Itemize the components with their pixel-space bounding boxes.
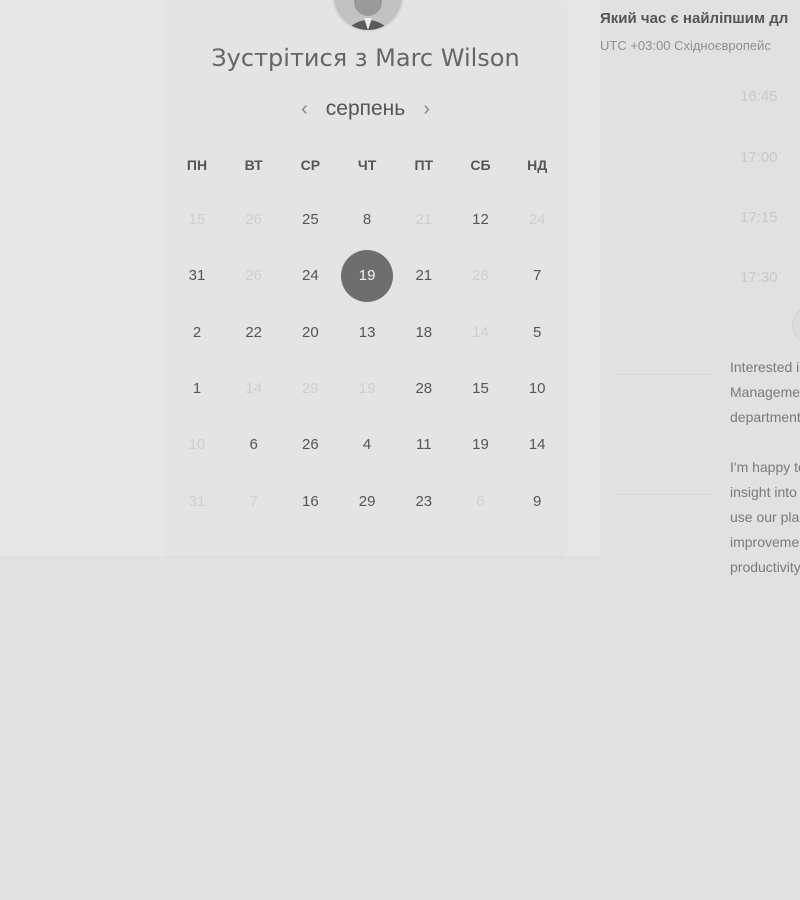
weekday-label: ПН — [186, 157, 208, 173]
time-slot[interactable]: 17:00 — [740, 149, 800, 166]
calendar-day[interactable]: 20 — [284, 307, 336, 359]
calendar-day: 14 — [472, 323, 489, 341]
calendar-day[interactable]: 12 — [455, 194, 507, 246]
meeting-title: Зустрітися з Marc Wilson — [211, 44, 520, 72]
time-slot[interactable]: 16:45 — [740, 88, 800, 105]
month-label: серпень — [325, 97, 406, 120]
text-line: productivity — [730, 559, 800, 575]
calendar-day[interactable]: 28 — [398, 363, 450, 415]
calendar-day-selected[interactable]: 19 — [341, 250, 394, 303]
calendar-day[interactable]: 14 — [511, 419, 563, 471]
calendar-day[interactable]: 18 — [398, 307, 450, 359]
divider — [616, 374, 712, 375]
calendar-day[interactable]: 15 — [455, 363, 507, 415]
calendar-day[interactable]: 25 — [284, 194, 336, 246]
calendar-day[interactable]: 4 — [341, 419, 393, 471]
calendar-day: 24 — [528, 211, 546, 228]
calendar-day[interactable]: 10 — [511, 363, 563, 415]
calendar-day[interactable]: 21 — [398, 250, 450, 302]
calendar-day[interactable]: 6 — [228, 419, 280, 471]
calendar-day: 26 — [245, 267, 263, 285]
calendar-day: 29 — [302, 379, 319, 397]
chevron-left-icon[interactable]: ‹ — [297, 98, 312, 121]
description-paragraph: I'm happy to insight into use our pla im… — [730, 455, 800, 580]
weekday-label: СБ — [470, 157, 491, 173]
divider — [616, 494, 712, 495]
calendar-day[interactable]: 22 — [228, 307, 280, 359]
calendar-day: 15 — [188, 211, 206, 228]
weekday-label: ЧТ — [357, 157, 377, 173]
calendar-day: 28 — [472, 267, 489, 285]
calendar-day: 14 — [245, 379, 263, 397]
weekday-label: НД — [527, 157, 548, 173]
scroll-button[interactable] — [792, 306, 800, 344]
weekday-label: ВТ — [244, 157, 263, 173]
calendar-day[interactable]: 31 — [171, 250, 223, 302]
text-line: I'm happy to — [730, 459, 800, 475]
calendar-day: 10 — [188, 436, 206, 454]
calendar-day: 6 — [476, 492, 485, 510]
calendar-day[interactable]: 11 — [398, 419, 450, 471]
text-line: insight into — [730, 484, 797, 500]
weekday-label: ПТ — [414, 157, 434, 173]
description-paragraph: Interested i Manageme department — [730, 355, 800, 430]
calendar-day: 21 — [415, 211, 433, 228]
calendar-day[interactable]: 8 — [341, 194, 393, 246]
calendar-day: 31 — [188, 492, 206, 510]
calendar-day[interactable]: 9 — [511, 476, 563, 528]
calendar-day[interactable]: 19 — [455, 419, 507, 471]
calendar-day: 7 — [249, 492, 258, 510]
calendar-day[interactable]: 16 — [284, 476, 336, 528]
calendar-day: 19 — [358, 379, 376, 397]
text-line: department — [730, 409, 800, 425]
calendar-day[interactable]: 5 — [511, 307, 563, 359]
time-question: Який час є найліпшим дл — [600, 10, 789, 27]
weekday-label: СР — [300, 157, 321, 173]
text-line: use our pla — [730, 509, 800, 525]
time-slot[interactable]: 17:30 — [740, 269, 800, 286]
calendar-day[interactable]: 2 — [171, 307, 223, 359]
chevron-right-icon[interactable]: › — [419, 98, 434, 121]
calendar-day[interactable]: 23 — [398, 476, 450, 528]
month-navigation: ‹ серпень › — [165, 94, 566, 124]
text-line: improveme — [730, 534, 800, 550]
calendar-day[interactable]: 13 — [341, 307, 393, 359]
calendar-day: 26 — [245, 211, 263, 228]
calendar-day[interactable]: 29 — [341, 476, 393, 528]
text-line: Interested i — [730, 359, 800, 375]
text-line: Manageme — [730, 384, 800, 400]
time-slot[interactable]: 17:15 — [740, 209, 800, 226]
time-selection-pane: Який час є найліпшим дл UTC +03:00 Східн… — [566, 0, 800, 600]
timezone-label[interactable]: UTC +03:00 Східноєвропейс — [600, 38, 771, 53]
calendar-day[interactable]: 1 — [171, 363, 223, 415]
